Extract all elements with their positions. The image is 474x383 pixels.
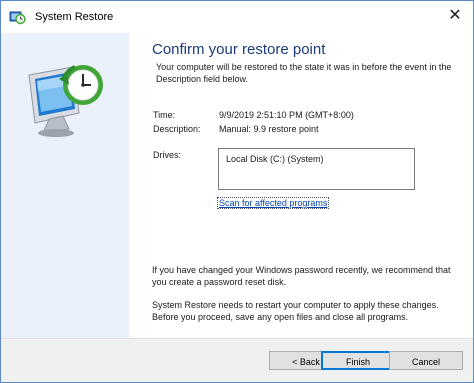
- system-restore-illustration-icon: [23, 57, 113, 141]
- close-icon[interactable]: ✕: [444, 5, 466, 27]
- system-restore-window: System Restore ✕ Confirm your restore po…: [0, 0, 474, 383]
- time-label: Time:: [153, 110, 176, 120]
- description-value: Manual: 9.9 restore point: [219, 124, 319, 134]
- title-bar[interactable]: System Restore ✕: [1, 1, 473, 33]
- intro-text: Your computer will be restored to the st…: [156, 62, 452, 84]
- sidebar-panel: [1, 33, 129, 338]
- finish-button[interactable]: Finish: [321, 351, 395, 370]
- password-note: If you have changed your Windows passwor…: [152, 265, 451, 287]
- drive-item[interactable]: Local Disk (C:) (System): [226, 154, 324, 164]
- time-value: 9/9/2019 2:51:10 PM (GMT+8:00): [219, 110, 354, 120]
- button-bar: < Back Finish Cancel: [1, 338, 473, 382]
- window-title: System Restore: [35, 11, 114, 23]
- scan-affected-programs-link[interactable]: Scan for affected programs: [216, 197, 330, 209]
- page-title: Confirm your restore point: [152, 41, 326, 58]
- cancel-button[interactable]: Cancel: [389, 351, 463, 370]
- system-restore-icon: [9, 9, 26, 26]
- main-content: Confirm your restore point Your computer…: [129, 33, 473, 338]
- restart-note: System Restore needs to restart your com…: [152, 300, 439, 322]
- description-label: Description:: [153, 124, 201, 134]
- drives-label: Drives:: [153, 150, 182, 160]
- drives-list[interactable]: Local Disk (C:) (System): [218, 148, 415, 190]
